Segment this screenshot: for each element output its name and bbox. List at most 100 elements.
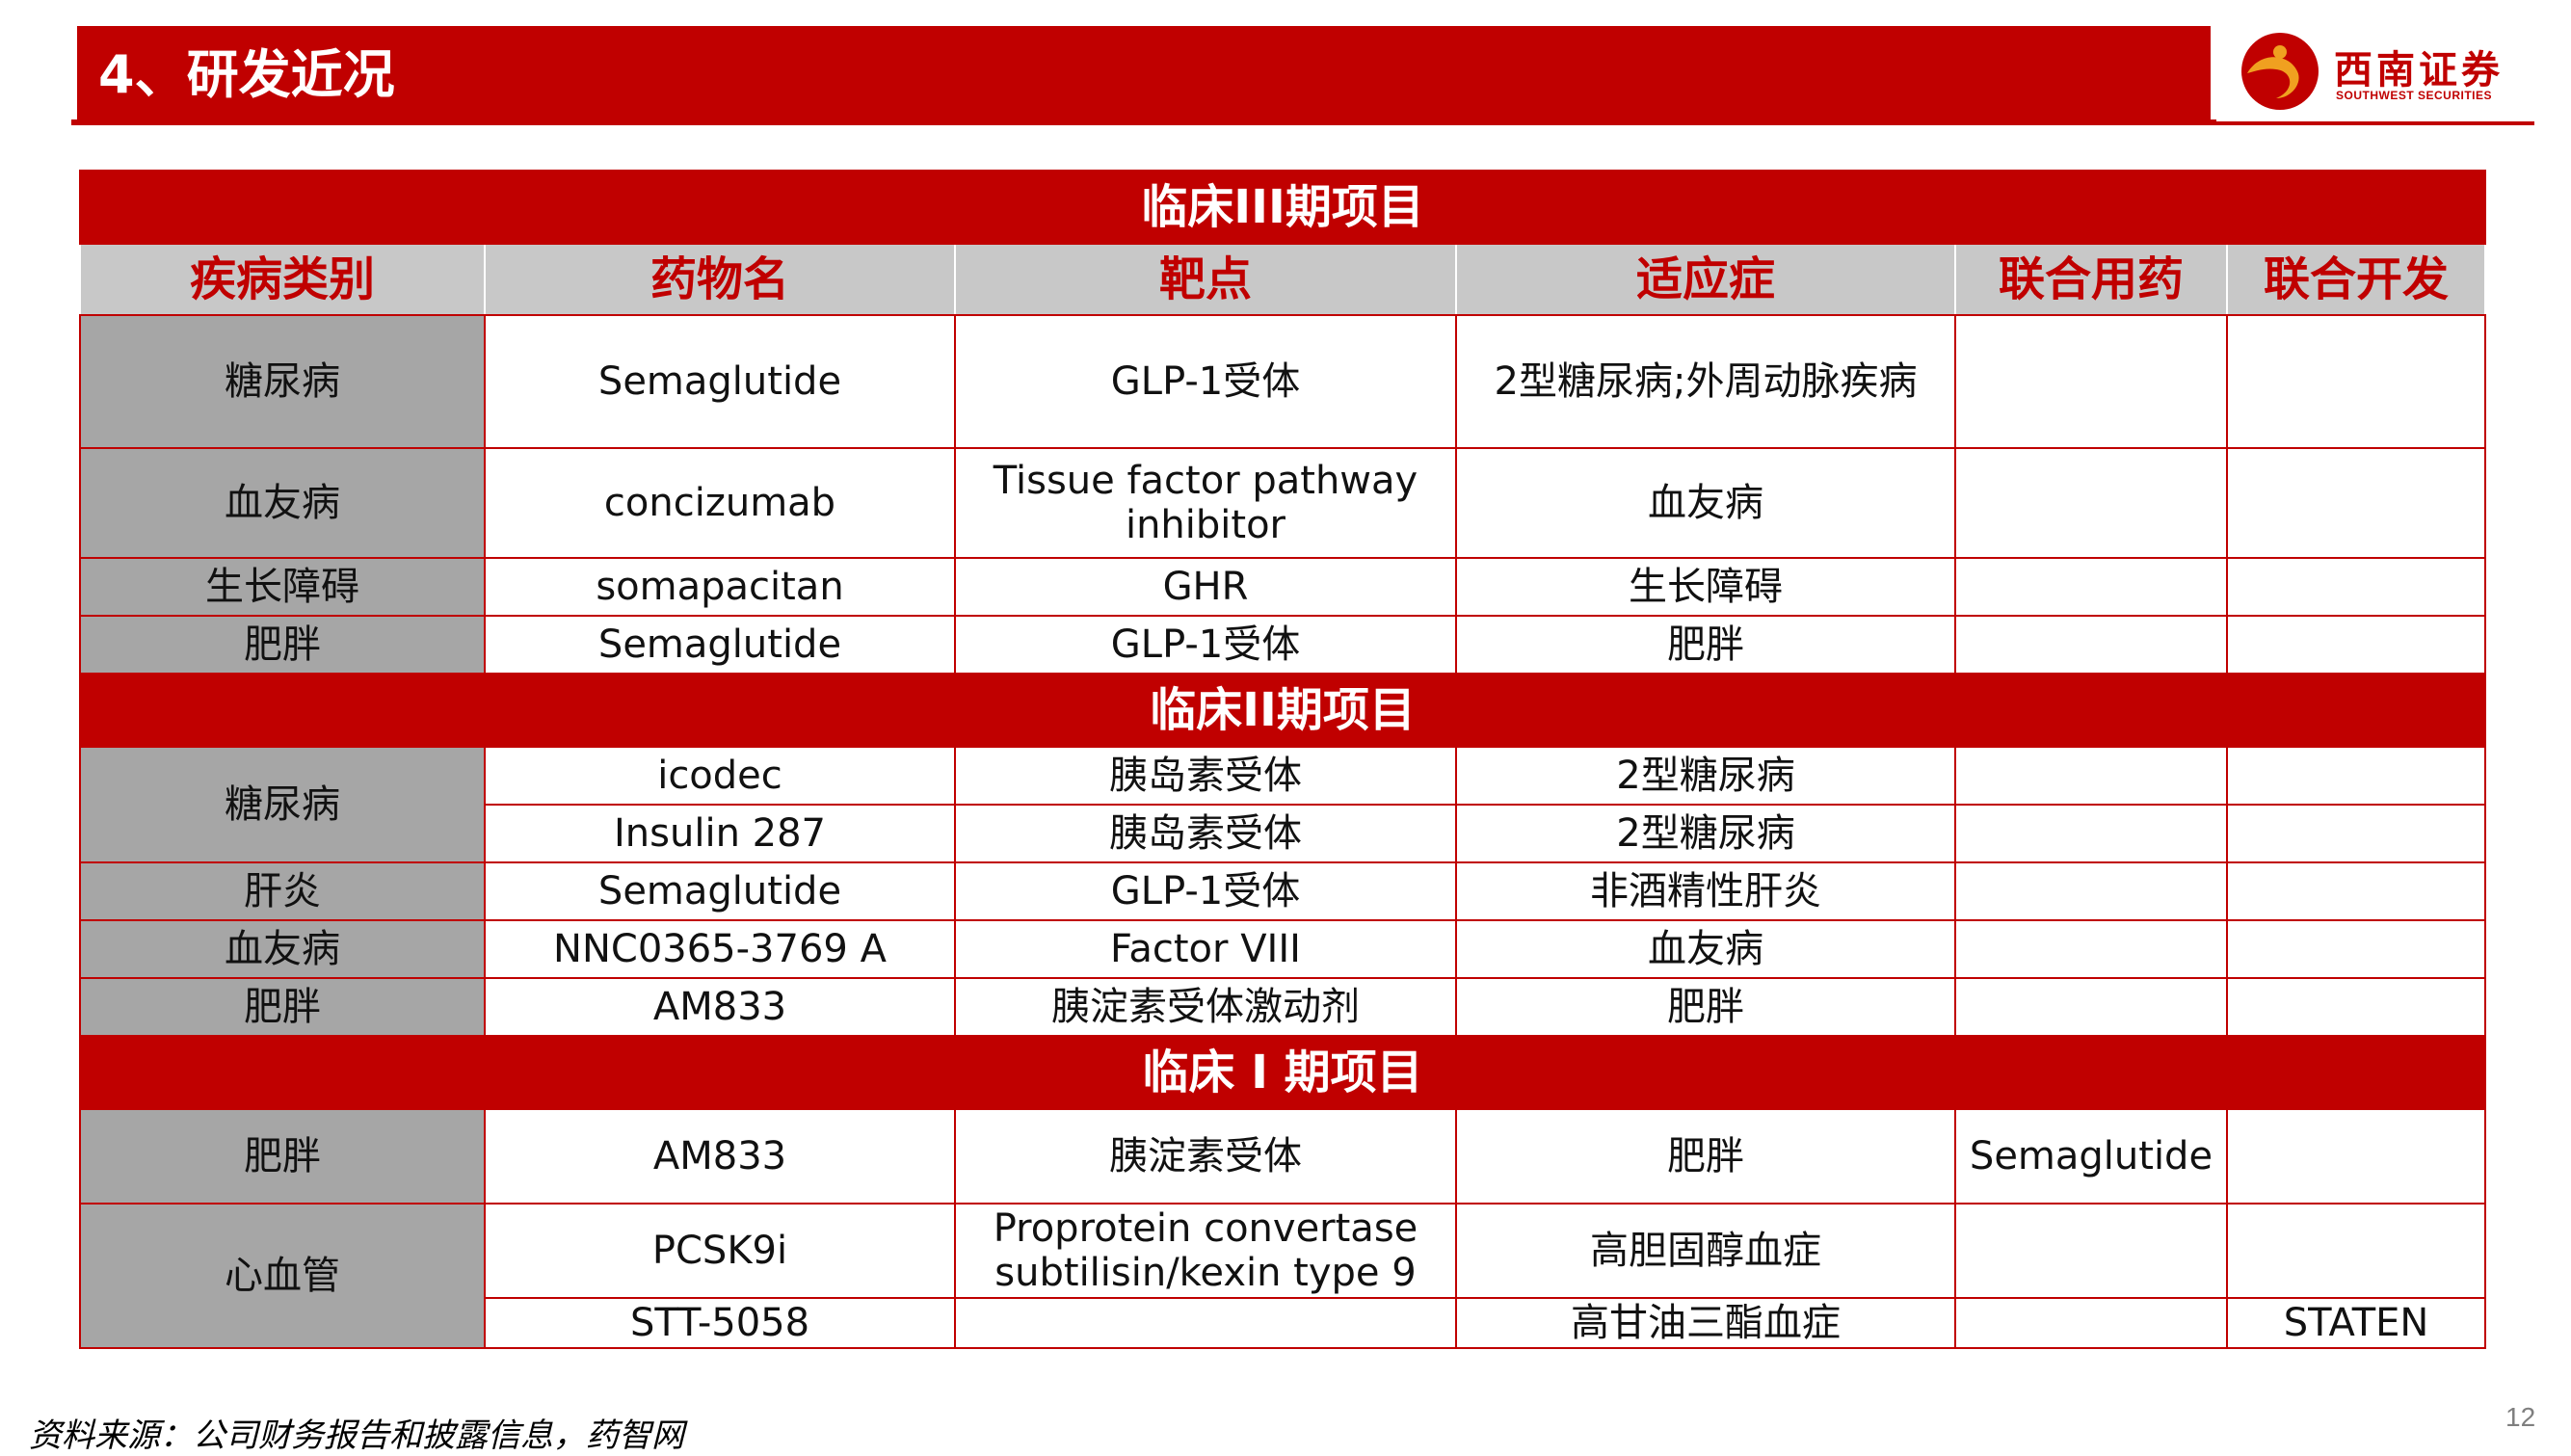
table-row: 肥胖 Semaglutide GLP-1受体 肥胖 [79, 615, 2487, 675]
combo-cell [1954, 804, 2228, 863]
drug-cell: NNC0365-3769 A [484, 919, 956, 979]
partner-cell [2225, 1108, 2487, 1205]
indication-cell: 2型糖尿病 [1455, 804, 1956, 863]
table-row: 糖尿病 icodec 胰岛素受体 2型糖尿病 [79, 746, 2487, 863]
target-cell: GLP-1受体 [954, 861, 1457, 921]
table-row: 肥胖 AM833 胰淀素受体 肥胖 Semaglutide [79, 1108, 2487, 1205]
combo-cell [1954, 919, 2228, 979]
target-cell: Factor VIII [954, 919, 1457, 979]
partner-cell [2225, 314, 2487, 449]
target-cell: Tissue factor pathway inhibitor [954, 447, 1457, 559]
combo-cell [1954, 977, 2228, 1037]
partner-cell [2225, 746, 2487, 806]
column-header: 适应症 [1455, 243, 1956, 316]
combo-cell [1954, 557, 2228, 617]
combo-cell [1954, 861, 2228, 921]
column-header: 疾病类别 [79, 243, 486, 316]
table-row: 肝炎 Semaglutide GLP-1受体 非酒精性肝炎 [79, 861, 2487, 921]
drug-cell: PCSK9i [484, 1203, 956, 1299]
indication-cell: 血友病 [1455, 447, 1956, 559]
column-header-row: 疾病类别 药物名 靶点 适应症 联合用药 联合开发 [79, 243, 2487, 316]
target-cell [954, 1297, 1457, 1349]
title-bar: 4、研发近况 [77, 26, 2211, 123]
drug-cell: icodec [484, 746, 956, 806]
source-note: 资料来源：公司财务报告和披露信息，药智网 [29, 1416, 684, 1455]
table-row: 糖尿病 Semaglutide GLP-1受体 2型糖尿病;外周动脉疾病 [79, 314, 2487, 449]
indication-cell: 肥胖 [1455, 977, 1956, 1037]
drug-cell: Semaglutide [484, 615, 956, 675]
partner-cell [2225, 1203, 2487, 1299]
category-cell: 血友病 [79, 919, 486, 979]
indication-cell: 肥胖 [1455, 615, 1956, 675]
drug-cell: STT-5058 [484, 1297, 956, 1349]
indication-cell: 2型糖尿病;外周动脉疾病 [1455, 314, 1956, 449]
drug-cell: concizumab [484, 447, 956, 559]
drug-cell: Semaglutide [484, 314, 956, 449]
combo-cell [1954, 746, 2228, 806]
combo-cell [1954, 1297, 2228, 1349]
phase-row-3: 临床III期项目 [78, 170, 2487, 245]
indication-cell: 高胆固醇血症 [1455, 1203, 1956, 1299]
logo-mark-icon [2241, 33, 2319, 110]
partner-cell [2225, 557, 2487, 617]
combo-cell [1954, 1203, 2228, 1299]
table-row: 肥胖 AM833 胰淀素受体激动剂 肥胖 [79, 977, 2487, 1037]
table-row: 生长障碍 somapacitan GHR 生长障碍 [79, 557, 2487, 617]
target-cell: 胰岛素受体 [954, 804, 1457, 863]
page-title: 4、研发近况 [98, 44, 395, 105]
indication-cell: 肥胖 [1455, 1108, 1956, 1205]
category-cell: 肥胖 [79, 977, 486, 1037]
target-cell: 胰岛素受体 [954, 746, 1457, 806]
drug-cell: AM833 [484, 1108, 956, 1205]
target-cell: GHR [954, 557, 1457, 617]
indication-cell: 非酒精性肝炎 [1455, 861, 1956, 921]
category-cell: 生长障碍 [79, 557, 486, 617]
category-cell: 肥胖 [79, 1108, 486, 1205]
phase-label: 临床II期项目 [78, 673, 2487, 748]
indication-cell: 生长障碍 [1455, 557, 1956, 617]
partner-cell [2225, 447, 2487, 559]
drug-cell: Semaglutide [484, 861, 956, 921]
phase-label: 临床III期项目 [78, 170, 2487, 245]
target-cell: GLP-1受体 [954, 615, 1457, 675]
phase-row-1: 临床 I 期项目 [78, 1035, 2487, 1110]
partner-cell [2225, 804, 2487, 863]
combo-cell [1954, 447, 2228, 559]
logo-chinese-name: 西南证券 [2334, 47, 2504, 93]
pipeline-table: 临床III期项目 疾病类别 药物名 靶点 适应症 联合用药 联合开发 糖尿病 S… [78, 170, 2487, 1349]
combo-cell: Semaglutide [1954, 1108, 2228, 1205]
target-cell: 胰淀素受体 [954, 1108, 1457, 1205]
phase-label: 临床 I 期项目 [78, 1035, 2487, 1110]
category-cell: 糖尿病 [79, 746, 486, 863]
table-row: 血友病 concizumab Tissue factor pathway inh… [79, 447, 2487, 559]
drug-cell: AM833 [484, 977, 956, 1037]
drug-cell: somapacitan [484, 557, 956, 617]
indication-cell: 2型糖尿病 [1455, 746, 1956, 806]
category-cell: 心血管 [79, 1203, 486, 1349]
partner-cell [2225, 615, 2487, 675]
partner-cell [2225, 977, 2487, 1037]
company-logo: 西南证券 SOUTHWEST SECURITIES [2216, 21, 2534, 121]
column-header: 药物名 [484, 243, 956, 316]
category-cell: 肥胖 [79, 615, 486, 675]
logo-english-name: SOUTHWEST SECURITIES [2336, 89, 2493, 102]
column-header: 靶点 [954, 243, 1457, 316]
indication-cell: 血友病 [1455, 919, 1956, 979]
partner-cell: STATEN [2225, 1297, 2487, 1349]
drug-cell: Insulin 287 [484, 804, 956, 863]
target-cell: Proprotein convertase subtilisin/kexin t… [954, 1203, 1457, 1299]
target-cell: 胰淀素受体激动剂 [954, 977, 1457, 1037]
table-row: 血友病 NNC0365-3769 A Factor VIII 血友病 [79, 919, 2487, 979]
combo-cell [1954, 615, 2228, 675]
column-header: 联合开发 [2225, 243, 2487, 316]
title-underline [71, 119, 2534, 125]
category-cell: 血友病 [79, 447, 486, 559]
column-header: 联合用药 [1954, 243, 2228, 316]
table-row: 心血管 PCSK9i Proprotein convertase subtili… [79, 1203, 2487, 1349]
indication-cell: 高甘油三酯血症 [1455, 1297, 1956, 1349]
target-cell: GLP-1受体 [954, 314, 1457, 449]
partner-cell [2225, 919, 2487, 979]
combo-cell [1954, 314, 2228, 449]
phase-row-2: 临床II期项目 [78, 673, 2487, 748]
partner-cell [2225, 861, 2487, 921]
